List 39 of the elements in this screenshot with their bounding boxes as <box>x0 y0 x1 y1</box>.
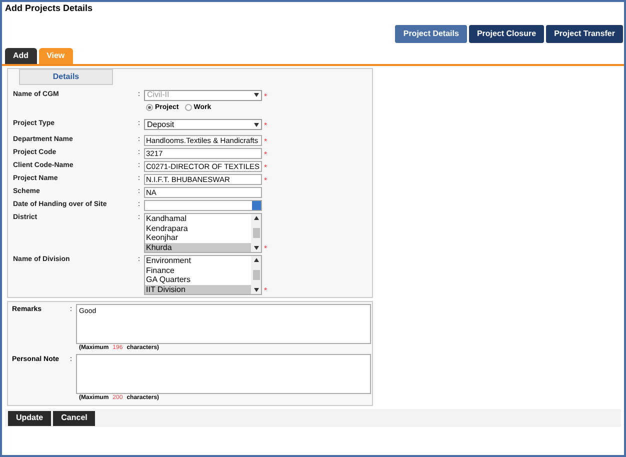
required-mark: * <box>264 164 268 172</box>
page-title: Add Projects Details <box>4 2 94 15</box>
up-arrow-icon <box>254 258 258 262</box>
list-option[interactable]: Finance <box>145 266 251 275</box>
required-mark: * <box>264 122 268 130</box>
required-mark: * <box>264 177 268 185</box>
down-arrow-icon <box>254 288 258 292</box>
dropdown[interactable]: Deposit <box>144 119 262 130</box>
nav-button[interactable]: Project Transfer <box>546 24 623 42</box>
list-box[interactable]: Kandhamal Kendrapara Keonjhar Khurda <box>144 213 262 253</box>
date-field[interactable] <box>144 200 262 211</box>
list-option[interactable]: GA Quarters <box>145 275 251 284</box>
list-option[interactable]: Khurda <box>145 242 251 252</box>
down-arrow-icon <box>254 122 259 126</box>
scrollbar[interactable] <box>251 214 261 252</box>
list-option[interactable]: IIT Division <box>145 284 251 294</box>
required-mark: * <box>264 245 268 253</box>
text-area[interactable] <box>76 354 371 394</box>
action-button[interactable]: Update <box>8 410 52 426</box>
list-option[interactable]: Environment <box>145 256 251 266</box>
scrollbar[interactable] <box>251 256 261 294</box>
list-option[interactable]: Kendrapara <box>145 224 251 233</box>
required-mark: * <box>264 287 268 295</box>
action-button[interactable]: Cancel <box>53 410 96 426</box>
radio-button[interactable] <box>184 104 192 112</box>
list-option[interactable]: Keonjhar <box>145 233 251 242</box>
nav-button[interactable]: Project Details <box>395 24 467 42</box>
required-mark: * <box>264 92 268 100</box>
radio-button[interactable] <box>146 104 153 112</box>
required-mark: * <box>264 151 268 159</box>
required-mark: * <box>264 138 268 146</box>
list-option[interactable]: Kandhamal <box>145 214 251 224</box>
down-arrow-icon <box>254 93 259 97</box>
list-box[interactable]: Environment Finance GA Quarters IIT Division <box>144 255 262 295</box>
up-arrow-icon <box>254 216 258 220</box>
tab[interactable]: Add <box>5 48 37 64</box>
section-tab[interactable]: Details <box>19 68 113 84</box>
nav-button[interactable]: Project Closure <box>468 24 544 42</box>
down-arrow-icon <box>254 246 258 250</box>
